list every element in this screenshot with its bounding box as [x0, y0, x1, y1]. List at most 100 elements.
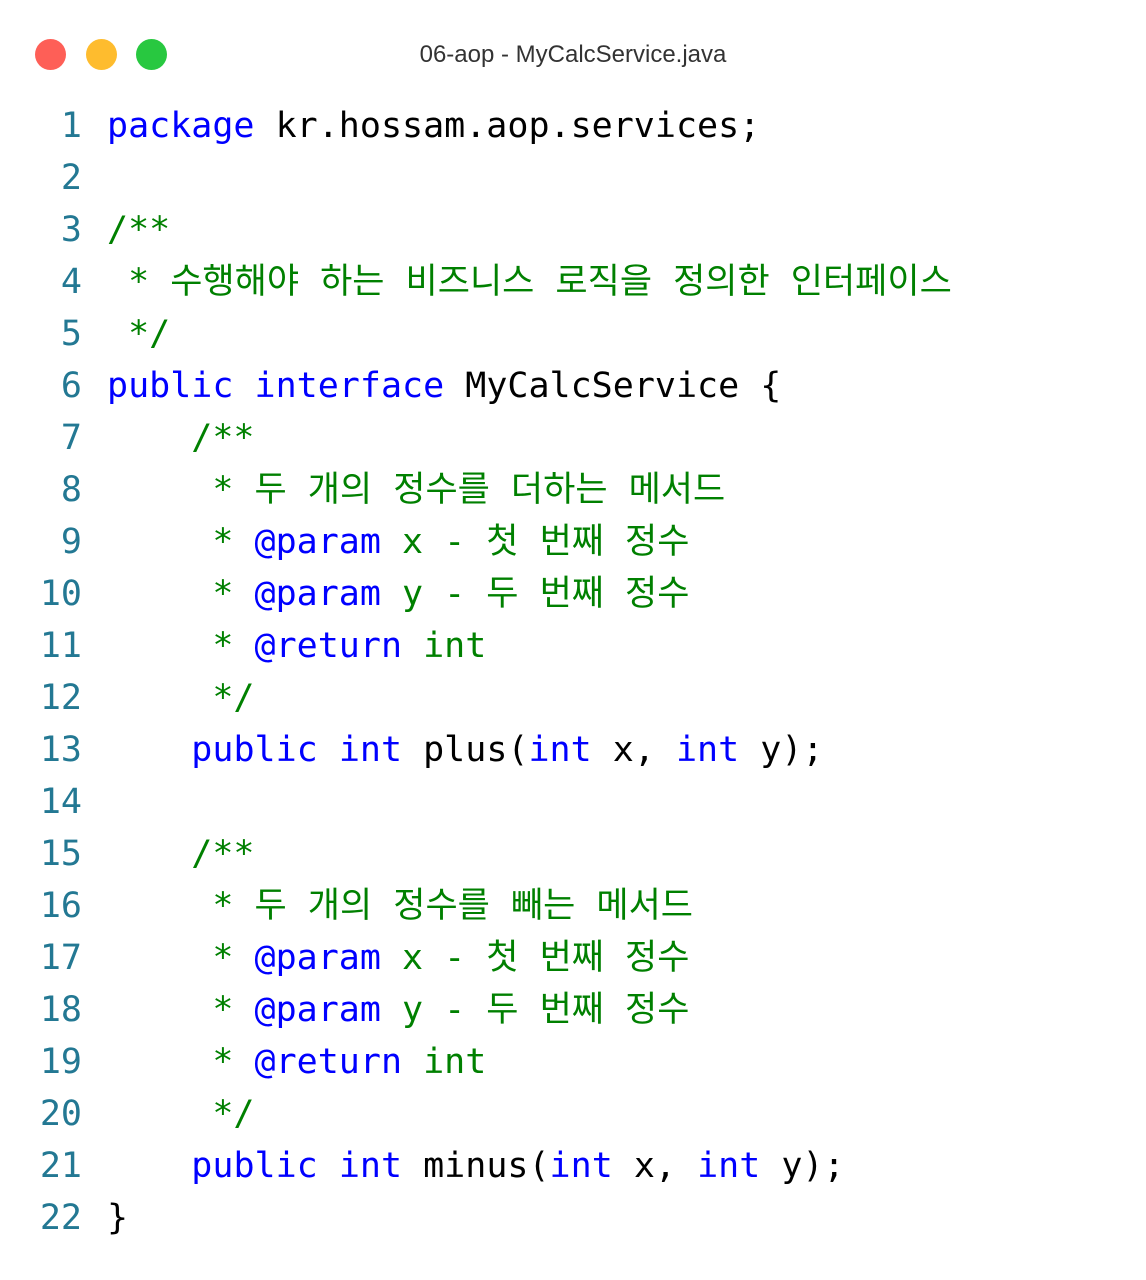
code-token: MyCalcService {: [444, 366, 782, 406]
comment-token: */: [107, 1094, 255, 1134]
line-source: /**: [107, 204, 170, 256]
code-token: y);: [739, 730, 824, 770]
line-source: * @return int: [107, 620, 486, 672]
comment-token: x - 첫 번째 정수: [380, 938, 690, 978]
line-number: 12: [39, 678, 82, 718]
line-source: */: [107, 1088, 255, 1140]
line-source: public int plus(int x, int y);: [107, 724, 824, 776]
window-title: 06-aop - MyCalcService.java: [419, 41, 727, 68]
line-number: 11: [39, 626, 82, 666]
code-window: 06-aop - MyCalcService.java 1 package kr.…: [0, 0, 1146, 1280]
code-line: 7 /**: [0, 412, 1146, 464]
code-token: plus(: [402, 730, 529, 770]
code-line: 21 public int minus(int x, int y);: [0, 1140, 1146, 1192]
code-line: 3 /**: [0, 204, 1146, 256]
keyword-token: interface: [254, 366, 445, 406]
comment-token: * 두 개의 정수를 더하는 메서드: [107, 470, 726, 510]
code-line: 2: [0, 152, 1146, 204]
line-source: * 두 개의 정수를 빼는 메서드: [107, 880, 693, 932]
line-number: 15: [39, 834, 82, 874]
keyword-token: public: [191, 1146, 318, 1186]
line-number: 17: [39, 938, 82, 978]
comment-token: /**: [107, 418, 255, 458]
code-line: 17 * @param x - 첫 번째 정수: [0, 932, 1146, 984]
code-token: }: [107, 1198, 129, 1238]
line-source: public interface MyCalcService {: [107, 360, 781, 412]
line-number: 13: [39, 730, 82, 770]
comment-token: *: [107, 1042, 255, 1082]
code-line: 20 */: [0, 1088, 1146, 1140]
comment-token: y - 두 번째 정수: [380, 990, 690, 1030]
line-source: */: [107, 308, 170, 360]
code-line: 13 public int plus(int x, int y);: [0, 724, 1146, 776]
keyword-token: int: [697, 1146, 761, 1186]
code-line: 1 package kr.hossam.aop.services;: [0, 100, 1146, 152]
line-source: /**: [107, 412, 255, 464]
code-editor[interactable]: 1 package kr.hossam.aop.services; 2 3 /** 4 *…: [0, 100, 1146, 1244]
line-number: 20: [39, 1094, 82, 1134]
comment-token: *: [107, 574, 255, 614]
line-number: 2: [60, 158, 82, 198]
code-line: 4 * 수행해야 하는 비즈니스 로직을 정의한 인터페이스: [0, 256, 1146, 308]
comment-token: * 두 개의 정수를 빼는 메서드: [107, 886, 693, 926]
keyword-token: public: [191, 730, 318, 770]
comment-token: * 수행해야 하는 비즈니스 로직을 정의한 인터페이스: [107, 262, 952, 302]
line-source: /**: [107, 828, 254, 880]
line-number: 7: [60, 418, 82, 458]
line-source: * @return int: [107, 1036, 486, 1088]
keyword-token: int: [528, 730, 592, 770]
code-line: 19 * @return int: [0, 1036, 1146, 1088]
line-number: 3: [60, 210, 82, 250]
javadoc-tag-token: @return: [254, 626, 403, 666]
comment-token: *: [107, 938, 255, 978]
comment-token: *: [107, 626, 255, 666]
keyword-token: int: [675, 730, 740, 770]
code-line: 10 * @param y - 두 번째 정수: [0, 568, 1146, 620]
javadoc-tag-token: @param: [254, 990, 381, 1030]
code-line: 8 * 두 개의 정수를 더하는 메서드: [0, 464, 1146, 516]
comment-token: int: [402, 1042, 487, 1082]
code-line: 15 /**: [0, 828, 1146, 880]
line-source: package kr.hossam.aop.services;: [107, 100, 760, 152]
keyword-token: package: [107, 106, 255, 146]
code-token: minus(: [402, 1146, 550, 1186]
code-line: 18 * @param y - 두 번째 정수: [0, 984, 1146, 1036]
comment-token: int: [402, 626, 487, 666]
comment-token: *: [107, 522, 255, 562]
comment-token: *: [107, 990, 255, 1030]
code-line: 11 * @return int: [0, 620, 1146, 672]
code-line: 14: [0, 776, 1146, 828]
code-line: 6 public interface MyCalcService {: [0, 360, 1146, 412]
line-source: * @param x - 첫 번째 정수: [107, 516, 689, 568]
code-token: x,: [591, 730, 676, 770]
line-source: }: [107, 1192, 128, 1244]
line-source: * @param x - 첫 번째 정수: [107, 932, 689, 984]
line-number: 14: [39, 782, 82, 822]
line-source: * @param y - 두 번째 정수: [107, 984, 689, 1036]
line-number: 18: [39, 990, 82, 1030]
comment-token: /**: [107, 210, 171, 250]
line-number: 9: [60, 522, 82, 562]
comment-token: */: [107, 314, 171, 354]
line-number: 6: [60, 366, 82, 406]
line-source: * 수행해야 하는 비즈니스 로직을 정의한 인터페이스: [107, 256, 952, 308]
line-number: 10: [39, 574, 82, 614]
javadoc-tag-token: @param: [254, 938, 381, 978]
code-line: 12 */: [0, 672, 1146, 724]
code-token: y);: [760, 1146, 845, 1186]
line-source: public int minus(int x, int y);: [107, 1140, 845, 1192]
line-number: 8: [60, 470, 82, 510]
javadoc-tag-token: @return: [254, 1042, 403, 1082]
comment-token: x - 첫 번째 정수: [380, 522, 690, 562]
line-number: 16: [39, 886, 82, 926]
comment-token: y - 두 번째 정수: [380, 574, 690, 614]
line-number: 19: [39, 1042, 82, 1082]
line-source: * 두 개의 정수를 더하는 메서드: [107, 464, 725, 516]
keyword-token: int: [338, 1146, 403, 1186]
line-number: 5: [60, 314, 82, 354]
code-line: 22}: [0, 1192, 1146, 1244]
